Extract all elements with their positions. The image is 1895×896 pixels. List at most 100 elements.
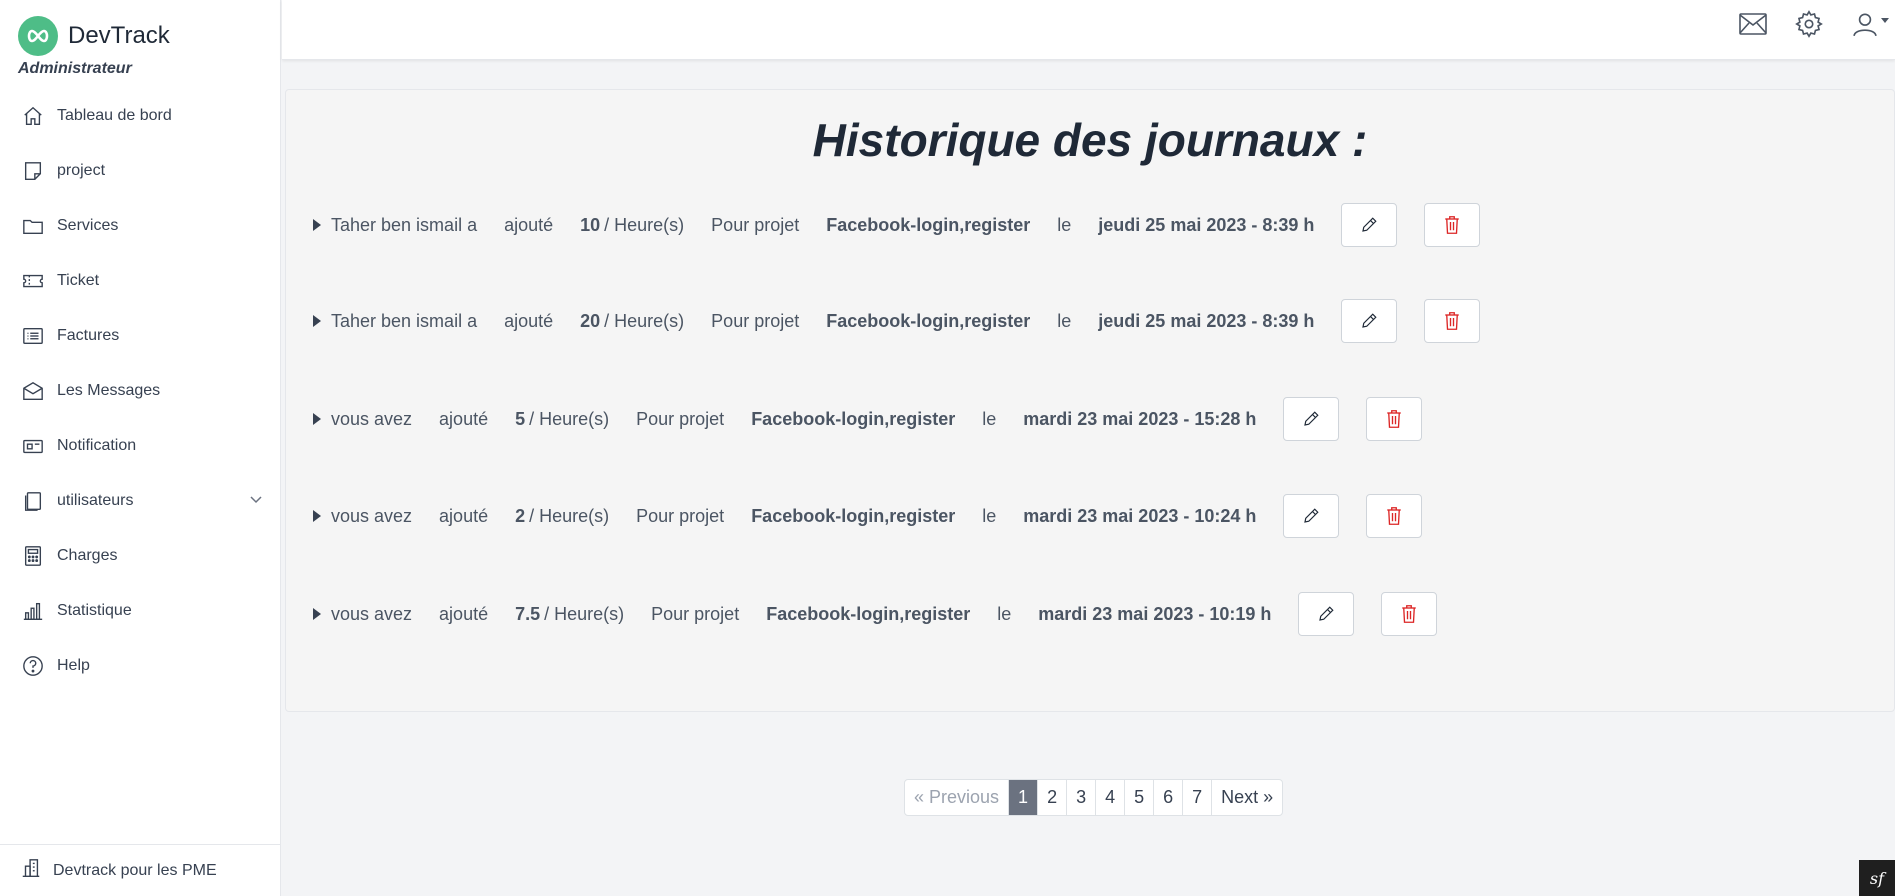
entry-date: mardi 23 mai 2023 - 10:19 h — [1038, 603, 1272, 624]
entry-project-label: Pour projet — [651, 603, 740, 624]
pencil-icon — [1304, 411, 1319, 426]
entry-action: ajouté — [439, 505, 489, 526]
pagination-next[interactable]: Next » — [1212, 780, 1282, 815]
pagination-previous[interactable]: « Previous — [905, 780, 1010, 815]
caret-right-icon — [313, 413, 321, 425]
entry-action: ajouté — [439, 603, 489, 624]
sidebar-item-messages[interactable]: Les Messages — [0, 363, 281, 418]
entry-project: Facebook-login,register — [751, 408, 956, 429]
user-icon[interactable] — [1849, 8, 1889, 40]
sidebar-item-ticket[interactable]: Ticket — [0, 253, 281, 308]
entry-project-label: Pour projet — [636, 408, 725, 429]
entry-unit: / Heure(s) — [544, 603, 625, 624]
sidebar-item-label: project — [57, 161, 106, 179]
help-icon — [20, 653, 46, 679]
pagination-page[interactable]: 7 — [1183, 780, 1213, 815]
entry-le: le — [997, 603, 1012, 624]
pagination-page[interactable]: 4 — [1096, 780, 1126, 815]
entry-project-label: Pour projet — [711, 214, 800, 235]
caret-right-icon — [313, 315, 321, 327]
delete-button[interactable] — [1366, 397, 1423, 441]
journal-entry: Taher ben ismail a ajouté 20 / Heure(s) … — [313, 298, 1481, 344]
mail-icon[interactable] — [1737, 8, 1769, 40]
pagination-page[interactable]: 6 — [1154, 780, 1184, 815]
sidebar-item-help[interactable]: Help — [0, 638, 281, 693]
delete-button[interactable] — [1381, 592, 1438, 636]
entry-project: Facebook-login,register — [826, 214, 1031, 235]
edit-button[interactable] — [1283, 397, 1340, 441]
entry-date: mardi 23 mai 2023 - 10:24 h — [1023, 505, 1257, 526]
entry-action: ajouté — [504, 214, 554, 235]
entry-unit: / Heure(s) — [529, 408, 610, 429]
entry-author: Taher ben ismail a — [331, 214, 478, 235]
sidebar-item-services[interactable]: Services — [0, 198, 281, 253]
gear-icon[interactable] — [1793, 8, 1825, 40]
trash-icon — [1445, 216, 1460, 234]
symfony-logo-icon: sf — [1869, 868, 1885, 888]
pagination-page[interactable]: 1 — [1009, 780, 1039, 815]
entry-hours: 10 — [580, 214, 601, 235]
entry-hours: 20 — [580, 310, 601, 331]
home-icon — [20, 103, 46, 129]
entry-date: mardi 23 mai 2023 - 15:28 h — [1023, 408, 1257, 429]
caret-down-icon — [1881, 18, 1889, 23]
infinity-logo-icon — [18, 16, 58, 56]
sidebar-item-factures[interactable]: Factures — [0, 308, 281, 363]
caret-right-icon — [313, 219, 321, 231]
entry-le: le — [1057, 214, 1072, 235]
entry-author: Taher ben ismail a — [331, 310, 478, 331]
edit-button[interactable] — [1283, 494, 1340, 538]
pencil-icon — [1319, 606, 1335, 621]
edit-button[interactable] — [1341, 203, 1398, 247]
sidebar-item-label: Services — [57, 216, 119, 234]
pagination-page[interactable]: 5 — [1125, 780, 1155, 815]
page-title: Historique des journaux : — [812, 114, 1368, 166]
entry-le: le — [982, 408, 997, 429]
top-bar — [282, 0, 1895, 60]
note-icon — [20, 158, 46, 184]
bar-chart-icon — [20, 598, 46, 624]
sidebar-item-label: Notification — [57, 436, 137, 454]
chevron-down-icon[interactable] — [249, 493, 263, 512]
sidebar-item-statistique[interactable]: Statistique — [0, 583, 281, 638]
envelope-open-icon — [20, 378, 46, 404]
sidebar-item-project[interactable]: project — [0, 143, 281, 198]
symfony-toolbar-badge[interactable]: sf — [1859, 860, 1895, 896]
sidebar-footer[interactable]: Devtrack pour les PME — [0, 844, 281, 896]
entry-date: jeudi 25 mai 2023 - 8:39 h — [1098, 310, 1315, 331]
delete-button[interactable] — [1424, 203, 1481, 247]
trash-icon — [1445, 312, 1460, 330]
calculator-icon — [20, 543, 46, 569]
sidebar-item-label: Statistique — [57, 601, 132, 619]
sidebar-item-utilisateurs[interactable]: utilisateurs — [0, 473, 281, 528]
caret-right-icon — [313, 608, 321, 620]
pagination-page[interactable]: 3 — [1067, 780, 1097, 815]
sidebar-item-label: Charges — [57, 546, 118, 564]
entry-unit: / Heure(s) — [604, 310, 685, 331]
edit-button[interactable] — [1341, 299, 1398, 343]
pagination-page[interactable]: 2 — [1038, 780, 1068, 815]
sidebar-nav: Tableau de bord project Services Ticket … — [0, 88, 281, 693]
sidebar-item-dashboard[interactable]: Tableau de bord — [0, 88, 281, 143]
journal-entry: vous avez ajouté 7.5 / Heure(s) Pour pro… — [313, 591, 1438, 637]
sidebar-item-label: Factures — [57, 326, 120, 344]
entry-project: Facebook-login,register — [826, 310, 1031, 331]
sidebar-item-charges[interactable]: Charges — [0, 528, 281, 583]
pencil-icon — [1362, 313, 1378, 328]
entry-author: vous avez — [331, 505, 413, 526]
entry-date: jeudi 25 mai 2023 - 8:39 h — [1098, 214, 1315, 235]
brand[interactable]: DevTrack — [18, 16, 170, 56]
top-icons — [1713, 8, 1889, 40]
delete-button[interactable] — [1424, 299, 1481, 343]
delete-button[interactable] — [1366, 494, 1423, 538]
edit-button[interactable] — [1298, 592, 1355, 636]
sidebar-item-notification[interactable]: Notification — [0, 418, 281, 473]
entry-le: le — [1057, 310, 1072, 331]
trash-icon — [1387, 410, 1402, 428]
user-role: Administrateur — [18, 60, 132, 77]
entry-unit: / Heure(s) — [604, 214, 685, 235]
journal-entry: vous avez ajouté 5 / Heure(s) Pour proje… — [313, 396, 1423, 442]
entry-project: Facebook-login,register — [751, 505, 956, 526]
entry-author: vous avez — [331, 603, 413, 624]
entry-le: le — [982, 505, 997, 526]
